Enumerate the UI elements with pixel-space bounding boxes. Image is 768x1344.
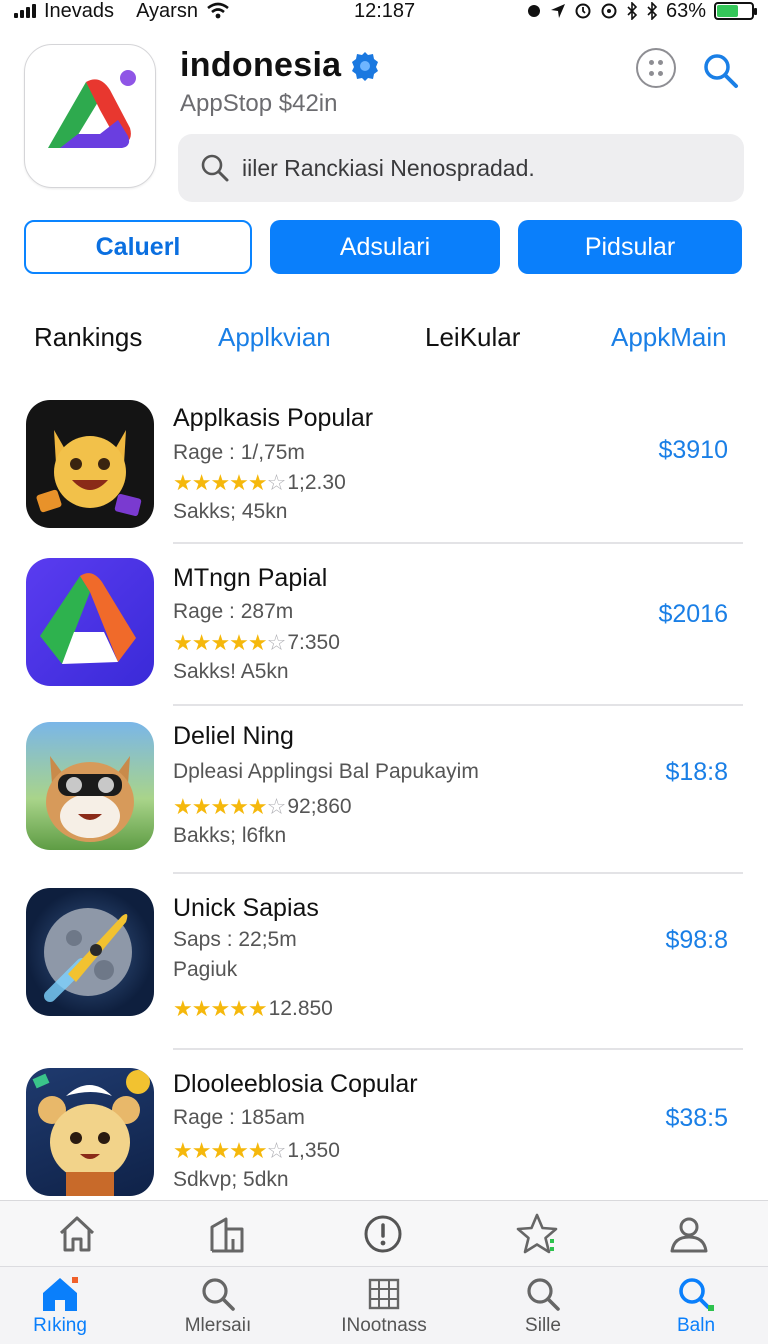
app-name: Deliel Ning [173, 722, 294, 750]
search-icon [527, 1278, 560, 1311]
more-options-button[interactable] [636, 48, 676, 88]
signal-icon [14, 4, 36, 18]
grid-icon [368, 1278, 400, 1310]
app-sales: Bakks; l6fkn [173, 824, 287, 847]
app-name: MTngn Papial [173, 564, 328, 592]
search-icon[interactable] [700, 50, 740, 90]
app-rating: ★★★★★☆ 1,350 [173, 1138, 340, 1164]
app-sales: Sakks! A5kn [173, 660, 289, 683]
app-name: Dlooleeblosia Copular [173, 1070, 418, 1098]
app-meta: Rage : 287m [173, 600, 294, 623]
tab-bar-item-ranking[interactable]: Rıking [10, 1275, 110, 1337]
app-logo[interactable] [24, 44, 156, 188]
home-icon [43, 1277, 78, 1311]
page-subtitle: AppStop $42in [180, 90, 338, 117]
app-category: Pagiuk [173, 958, 238, 981]
tab-bar-label: Sille [525, 1315, 561, 1336]
tab-bar-item-sille[interactable]: Sille [493, 1275, 593, 1337]
rating-stars-icon: ★★★★★☆ [173, 470, 286, 495]
carrier-label: Inevads [44, 0, 115, 22]
tab-applkvian[interactable]: Applkvian [218, 322, 331, 353]
tab-bar-item-mlersaii[interactable]: Mlersaiı [168, 1275, 268, 1337]
rating-stars-icon: ★★★★★☆ [173, 1138, 286, 1163]
app-price[interactable]: $18:8 [665, 758, 728, 787]
app-icon-triangle [26, 558, 154, 686]
logo-icon [48, 70, 136, 148]
bluetooth-icon [647, 2, 658, 20]
battery-icon [714, 2, 757, 20]
timer-icon [601, 3, 617, 19]
search-icon [679, 1278, 714, 1311]
app-name: Applkasis Popular [173, 404, 374, 432]
app-icon-hamster [26, 1068, 154, 1196]
app-meta: Saps : 22;5m [173, 928, 297, 951]
app-price[interactable]: $2016 [658, 600, 728, 629]
app-sales: Sdkvp; 5dkn [173, 1168, 289, 1191]
tab-leikular[interactable]: LeiKular [425, 322, 520, 353]
divider [173, 1048, 743, 1050]
primary-button-1[interactable]: Adsulari [270, 220, 500, 274]
app-rating: ★★★★★☆ 1;2.30 [173, 470, 346, 496]
wifi-icon [207, 2, 229, 19]
rating-stars-icon: ★★★★★☆ [173, 630, 286, 655]
app-price[interactable]: $38:5 [665, 1104, 728, 1133]
app-rating: ★★★★★ 12.850 [173, 996, 333, 1022]
app-icon-rocket [26, 888, 154, 1016]
battery-percent: 63% [665, 0, 706, 22]
app-meta: Rage : 185am [173, 1106, 305, 1129]
tab-bar-label: INootnass [341, 1315, 427, 1336]
tab-appkmain[interactable]: AppkMain [611, 322, 727, 353]
app-meta: Rage : 1/,75m [173, 441, 305, 464]
clock: 12:187 [354, 0, 416, 22]
outline-button[interactable]: Caluerl [24, 220, 252, 274]
primary-button-2[interactable]: Pidsular [518, 220, 742, 274]
app-price[interactable]: $98:8 [665, 926, 728, 955]
segment-tabs: Rankings Applkvian LeiKular AppkMain [0, 322, 768, 358]
app-sales: Sakks; 45kn [173, 500, 288, 523]
search-icon [202, 1278, 235, 1311]
app-rating: ★★★★★☆ 7:350 [173, 630, 340, 656]
rating-count: 7:350 [287, 631, 340, 654]
home-outline-icon[interactable] [56, 1213, 98, 1255]
rating-count: 1;2.30 [287, 471, 346, 494]
star-outline-icon[interactable] [514, 1211, 560, 1257]
tab-rankings[interactable]: Rankings [34, 322, 142, 353]
app-meta: Dpleasi Applingsi Bal Papukayim [173, 760, 479, 783]
tab-bar-label: Baln [676, 1315, 716, 1336]
search-input[interactable] [242, 154, 722, 182]
app-price[interactable]: $3910 [658, 436, 728, 465]
rating-count: 92;860 [287, 795, 352, 818]
person-icon[interactable] [668, 1213, 710, 1255]
app-icon-cat [26, 722, 154, 850]
building-icon[interactable] [206, 1213, 248, 1255]
record-icon [527, 5, 540, 17]
search-icon [201, 154, 229, 182]
rating-count: 12.850 [268, 997, 333, 1020]
tab-bar: Rıking Mlersaiı INootnass Sille Baln [0, 1266, 768, 1344]
tab-bar-label: Mlersaiı [184, 1315, 252, 1336]
tab-bar-label: Rıking [33, 1315, 87, 1336]
rating-stars-icon: ★★★★★☆ [173, 794, 286, 819]
divider [173, 872, 743, 874]
status-bar: Inevads Ayarsn 12:187 63% [0, 0, 768, 22]
page-title: indonesia [180, 46, 342, 84]
rating-count: 1,350 [287, 1139, 340, 1162]
app-icon-fox [26, 400, 154, 528]
battery-fill [717, 5, 739, 17]
app-rating: ★★★★★☆ 92;860 [173, 794, 352, 820]
tab-bar-item-baln[interactable]: Baln [646, 1275, 746, 1337]
bluetooth-icon [627, 2, 638, 20]
search-bar[interactable] [178, 134, 744, 202]
app-name: Unick Sapias [173, 894, 319, 922]
secondary-toolbar [0, 1200, 768, 1266]
location-arrow-icon [550, 4, 565, 18]
tab-bar-item-inootnass[interactable]: INootnass [334, 1275, 434, 1337]
divider [173, 542, 743, 544]
alarm-icon [575, 3, 591, 19]
info-circle-icon[interactable] [362, 1213, 404, 1255]
divider [173, 704, 743, 706]
rating-stars-icon: ★★★★★ [173, 996, 268, 1021]
network-label: Ayarsn [136, 0, 198, 22]
verified-badge-icon [352, 51, 379, 81]
